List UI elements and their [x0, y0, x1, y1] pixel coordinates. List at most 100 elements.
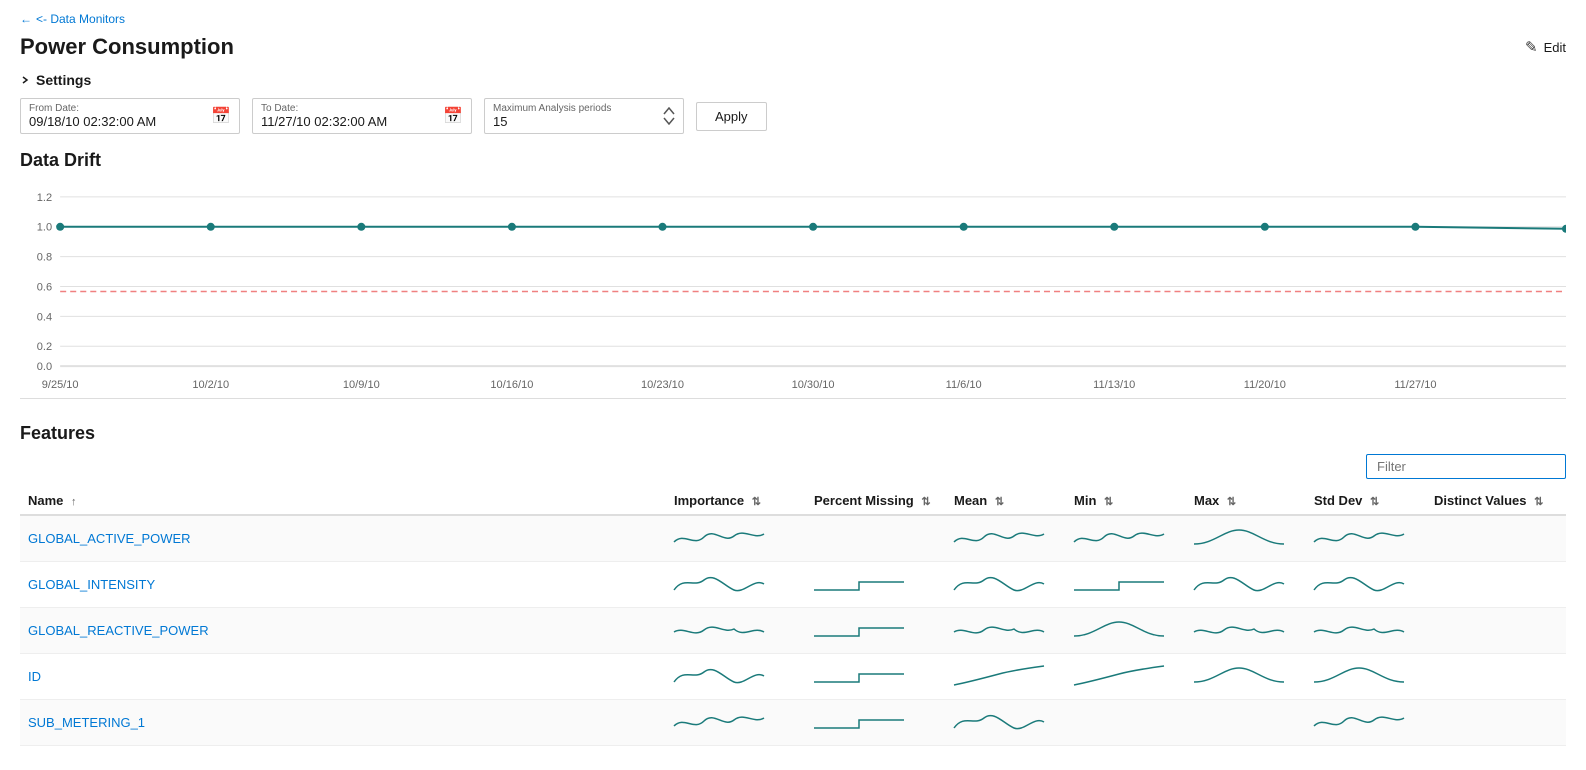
settings-header[interactable]: Settings — [20, 72, 1566, 88]
feature-stddev-cell — [1306, 700, 1426, 746]
feature-importance-cell — [666, 515, 806, 562]
feature-distinct-cell — [1426, 608, 1566, 654]
settings-controls: From Date: 09/18/10 02:32:00 AM 📅 To Dat… — [20, 98, 1566, 134]
feature-stddev-cell — [1306, 515, 1426, 562]
feature-mean-cell — [946, 515, 1066, 562]
feature-name-cell[interactable]: GLOBAL_ACTIVE_POWER — [20, 515, 666, 562]
to-date-input[interactable]: To Date: 11/27/10 02:32:00 AM 📅 — [252, 98, 472, 134]
svg-text:0.8: 0.8 — [37, 252, 52, 264]
feature-stddev-cell — [1306, 562, 1426, 608]
features-section: Features Name ↑ Importance ⇅ Percent Mis… — [20, 423, 1566, 746]
sort-min-icon: ⇅ — [1104, 495, 1113, 508]
sparkline-svg — [1194, 522, 1284, 552]
svg-text:11/13/10: 11/13/10 — [1093, 379, 1135, 391]
chevron-up-icon[interactable] — [663, 107, 675, 115]
sparkline-svg — [1194, 568, 1284, 598]
feature-mean-cell — [946, 562, 1066, 608]
sparkline-svg — [674, 660, 764, 690]
col-min[interactable]: Min ⇅ — [1066, 487, 1186, 515]
sparkline-svg — [814, 706, 904, 736]
filter-wrap — [20, 454, 1566, 479]
svg-text:0.6: 0.6 — [37, 282, 52, 294]
feature-name-cell[interactable]: GLOBAL_INTENSITY — [20, 562, 666, 608]
sort-name-icon: ↑ — [71, 496, 77, 508]
svg-text:9/25/10: 9/25/10 — [42, 379, 79, 391]
sparkline-svg — [814, 614, 904, 644]
feature-name-cell[interactable]: GLOBAL_REACTIVE_POWER — [20, 608, 666, 654]
svg-text:10/2/10: 10/2/10 — [192, 379, 229, 391]
feature-mean-cell — [946, 700, 1066, 746]
col-importance[interactable]: Importance ⇅ — [666, 487, 806, 515]
back-arrow-icon: ← — [20, 12, 32, 26]
feature-importance-cell — [666, 608, 806, 654]
max-analysis-value: 15 — [493, 114, 507, 129]
feature-importance-cell — [666, 562, 806, 608]
feature-name-cell[interactable]: ID — [20, 654, 666, 700]
feature-stddev-cell — [1306, 654, 1426, 700]
table-row: SUB_METERING_1 — [20, 700, 1566, 746]
svg-text:10/30/10: 10/30/10 — [792, 379, 835, 391]
col-std-dev[interactable]: Std Dev ⇅ — [1306, 487, 1426, 515]
sparkline-svg — [674, 522, 764, 552]
drift-chart-svg: 1.2 1.0 0.8 0.6 0.4 0.2 0.0 — [20, 179, 1566, 398]
sparkline-svg — [954, 706, 1044, 736]
col-mean[interactable]: Mean ⇅ — [946, 487, 1066, 515]
sparkline-svg — [954, 614, 1044, 644]
svg-text:11/20/10: 11/20/10 — [1244, 379, 1286, 391]
sparkline-svg — [1314, 522, 1404, 552]
edit-icon: ✎ — [1525, 38, 1538, 56]
sparkline-svg — [1314, 614, 1404, 644]
feature-max-cell — [1186, 515, 1306, 562]
sparkline-svg — [674, 706, 764, 736]
sparkline-svg — [1314, 660, 1404, 690]
svg-text:1.0: 1.0 — [37, 222, 52, 234]
table-row: GLOBAL_REACTIVE_POWER — [20, 608, 1566, 654]
feature-min-cell — [1066, 700, 1186, 746]
from-date-input[interactable]: From Date: 09/18/10 02:32:00 AM 📅 — [20, 98, 240, 134]
chevron-down-icon[interactable] — [663, 117, 675, 125]
filter-input[interactable] — [1366, 454, 1566, 479]
col-percent-missing[interactable]: Percent Missing ⇅ — [806, 487, 946, 515]
drift-chart-area: 1.2 1.0 0.8 0.6 0.4 0.2 0.0 — [20, 179, 1566, 399]
svg-text:11/6/10: 11/6/10 — [946, 379, 982, 391]
feature-importance-cell — [666, 654, 806, 700]
sort-percent-icon: ⇅ — [921, 495, 930, 508]
max-analysis-input[interactable]: Maximum Analysis periods 15 — [484, 98, 684, 134]
features-table: Name ↑ Importance ⇅ Percent Missing ⇅ Me… — [20, 487, 1566, 746]
feature-min-cell — [1066, 515, 1186, 562]
svg-text:0.4: 0.4 — [37, 311, 52, 323]
feature-name-cell[interactable]: SUB_METERING_1 — [20, 700, 666, 746]
feature-min-cell — [1066, 654, 1186, 700]
back-link[interactable]: ← <- Data Monitors — [20, 12, 1566, 26]
sparkline-svg — [814, 568, 904, 598]
feature-mean-cell — [946, 654, 1066, 700]
col-max[interactable]: Max ⇅ — [1186, 487, 1306, 515]
col-distinct-values[interactable]: Distinct Values ⇅ — [1426, 487, 1566, 515]
svg-text:10/23/10: 10/23/10 — [641, 379, 684, 391]
feature-mean-cell — [946, 608, 1066, 654]
sort-importance-icon: ⇅ — [752, 495, 761, 508]
table-row: GLOBAL_ACTIVE_POWER — [20, 515, 1566, 562]
svg-text:1.2: 1.2 — [37, 192, 52, 204]
page-title: Power Consumption — [20, 34, 234, 60]
max-analysis-label: Maximum Analysis periods — [493, 103, 611, 114]
col-name[interactable]: Name ↑ — [20, 487, 666, 515]
apply-button[interactable]: Apply — [696, 102, 767, 131]
back-link-label: <- Data Monitors — [36, 12, 125, 26]
chevron-right-icon — [20, 75, 30, 85]
to-date-calendar-icon[interactable]: 📅 — [443, 106, 463, 126]
edit-label[interactable]: Edit — [1544, 40, 1566, 55]
sort-stddev-icon: ⇅ — [1370, 495, 1379, 508]
svg-text:11/27/10: 11/27/10 — [1394, 379, 1436, 391]
svg-text:10/16/10: 10/16/10 — [490, 379, 533, 391]
from-date-calendar-icon[interactable]: 📅 — [211, 106, 231, 126]
sparkline-svg — [1194, 614, 1284, 644]
sort-max-icon: ⇅ — [1227, 495, 1236, 508]
max-analysis-arrows[interactable] — [663, 107, 675, 125]
sparkline-svg — [954, 660, 1044, 690]
feature-percent-cell — [806, 654, 946, 700]
feature-percent-cell — [806, 700, 946, 746]
feature-percent-cell — [806, 562, 946, 608]
to-date-value: 11/27/10 02:32:00 AM — [261, 114, 387, 129]
sort-distinct-icon: ⇅ — [1534, 495, 1543, 508]
